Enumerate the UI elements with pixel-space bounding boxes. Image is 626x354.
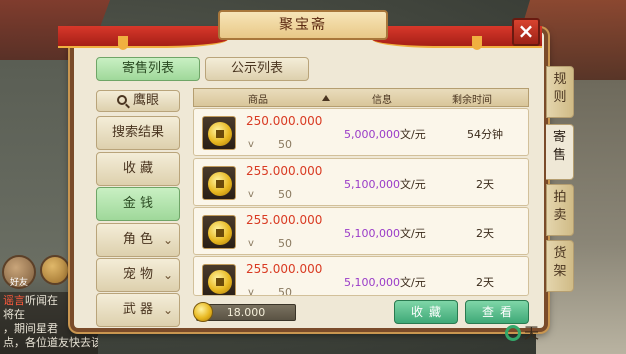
gold-coin-slot: [202, 215, 236, 249]
row-level: 50: [278, 237, 292, 250]
row-amount: 255.000.000: [246, 213, 323, 227]
red-drape-left: [58, 26, 228, 48]
gold-coin-icon: [193, 302, 213, 322]
row-time-left: 2天: [476, 227, 494, 240]
header-time-left: 剩余时间: [452, 95, 492, 106]
sort-up-icon[interactable]: [322, 95, 330, 101]
side-tab-auction[interactable]: 拍卖: [546, 184, 574, 236]
row-amount: 255.000.000: [246, 262, 323, 276]
category-weapon[interactable]: 武 器 ⌄: [96, 293, 180, 327]
side-tab-shelf[interactable]: 货架: [546, 240, 574, 292]
row-time-left: 2天: [476, 178, 494, 191]
row-time-left: 54分钟: [467, 128, 503, 141]
window-title: 聚宝斋: [218, 10, 388, 40]
table-row[interactable]: 255.000.000 ⅴ 50 5,100,000文/元 2天: [193, 207, 529, 255]
chat-line: 点，各位道友快去该地图寻找吧！: [3, 336, 98, 349]
table-row[interactable]: 255.000.000 ⅴ 50 5,100,000文/元 2天: [193, 256, 529, 296]
table-header: 商品 信息 剩余时间: [193, 88, 529, 107]
close-button[interactable]: ×: [512, 18, 540, 46]
chat-bubble-icon[interactable]: [40, 255, 70, 285]
chevron-down-icon: ⌄: [162, 268, 173, 282]
header-info: 信息: [372, 95, 392, 106]
eagle-eye-label: 鹰眼: [132, 93, 159, 108]
gold-coin-slot: [202, 166, 236, 200]
category-character-label: 角 色: [122, 232, 154, 247]
gold-coin-slot: [202, 116, 236, 150]
tassel-icon: [472, 36, 482, 50]
tassel-icon: [118, 36, 128, 50]
row-level: 50: [278, 138, 292, 151]
chevron-down-icon: ⌄: [162, 233, 173, 247]
gold-coin-icon: [208, 122, 232, 146]
side-tab-rules[interactable]: 规则: [546, 66, 574, 118]
level-icon: ⅴ: [248, 238, 254, 249]
tab-consignment-list[interactable]: 寄售列表: [96, 57, 200, 81]
category-character[interactable]: 角 色 ⌄: [96, 223, 180, 257]
category-weapon-label: 武 器: [122, 302, 154, 317]
row-amount: 250.000.000: [246, 114, 323, 128]
magnifier-icon: [116, 95, 127, 105]
row-price: 5,000,000文/元: [344, 128, 426, 141]
friend-icon[interactable]: 好友: [2, 255, 36, 289]
row-amount: 255.000.000: [246, 164, 323, 178]
watermark-logo-icon: [505, 325, 521, 341]
chevron-down-icon: ⌄: [162, 303, 173, 317]
row-price: 5,100,000文/元: [344, 276, 426, 289]
watermark: 天: [505, 322, 555, 350]
gold-coin-slot: [202, 264, 236, 295]
row-level: 50: [278, 286, 292, 296]
table-row[interactable]: 250.000.000 ⅴ 50 5,000,000文/元 54分钟: [193, 108, 529, 156]
tab-public-list[interactable]: 公示列表: [205, 57, 309, 81]
view-button[interactable]: 查看: [465, 300, 529, 324]
row-level: 50: [278, 188, 292, 201]
category-favorites[interactable]: 收 藏: [96, 152, 180, 186]
gold-coin-icon: [208, 221, 232, 245]
level-icon: ⅴ: [248, 189, 254, 200]
friend-label: 好友: [9, 278, 28, 288]
header-item: 商品: [248, 95, 268, 106]
table-row[interactable]: 255.000.000 ⅴ 50 5,100,000文/元 2天: [193, 158, 529, 206]
category-money[interactable]: 金 钱: [96, 187, 180, 221]
level-icon: ⅴ: [248, 287, 254, 296]
level-icon: ⅴ: [248, 139, 254, 150]
category-pet-label: 宠 物: [122, 267, 154, 282]
side-tab-consign[interactable]: 寄售: [546, 124, 574, 180]
eagle-eye-button[interactable]: 鹰眼: [96, 90, 180, 112]
row-time-left: 2天: [476, 276, 494, 289]
gold-coin-icon: [208, 270, 232, 294]
favorite-button[interactable]: 收藏: [394, 300, 458, 324]
title-bar: 聚宝斋: [58, 10, 542, 50]
category-search-results[interactable]: 搜索结果: [96, 116, 180, 150]
row-price: 5,100,000文/元: [344, 227, 426, 240]
row-price: 5,100,000文/元: [344, 178, 426, 191]
category-pet[interactable]: 宠 物 ⌄: [96, 258, 180, 292]
gold-coin-icon: [208, 172, 232, 196]
close-icon: ×: [517, 19, 535, 43]
